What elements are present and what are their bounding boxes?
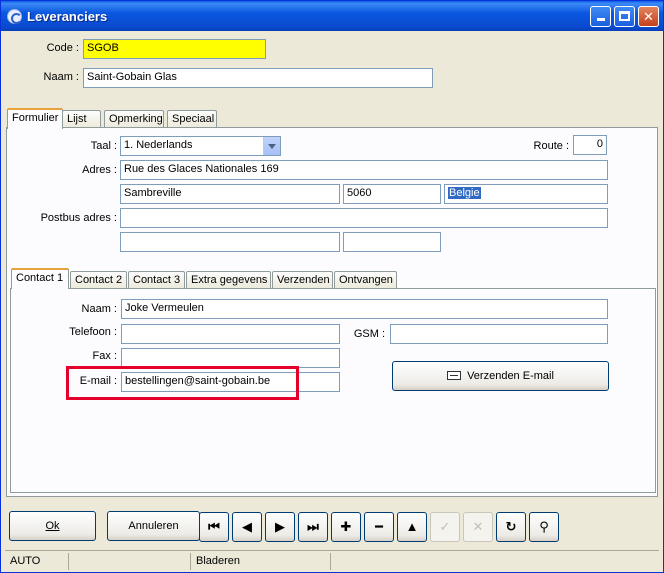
postbus-field[interactable] [120,208,608,228]
first-record-button[interactable]: ⏮ [199,512,229,542]
tab-ontvangen[interactable]: Ontvangen [334,271,397,289]
contact-naam-field[interactable]: Joke Vermeulen [121,299,608,319]
tab-verzenden[interactable]: Verzenden [272,271,333,289]
tab-contact-1[interactable]: Contact 1 [11,268,69,289]
telefoon-field[interactable] [121,324,340,344]
confirm-button[interactable]: ✓ [430,512,460,542]
minimize-button[interactable] [590,6,611,27]
gsm-label: GSM : [353,328,385,340]
naam-field[interactable]: Saint-Gobain Glas [83,68,433,88]
maximize-button[interactable] [614,6,635,27]
tab-contact-2[interactable]: Contact 2 [70,271,127,289]
email-highlight-box [66,366,299,400]
leveranciers-window: Leveranciers ✕ Code : SGOB Naam : Saint-… [0,0,664,573]
taal-value: 1. Nederlands [124,139,193,151]
confirm-icon: ✓ [439,519,451,534]
envelope-icon [447,371,462,380]
scroll-up-button[interactable]: ▲ [397,512,427,542]
refresh-icon: ↻ [505,519,517,534]
adres-country-value: Belgie [448,187,481,199]
minimize-icon [597,18,605,21]
fax-label: Fax : [92,350,117,362]
status-state: Bladeren [191,553,331,570]
tab-formulier[interactable]: Formulier [7,108,63,129]
close-icon: ✕ [643,9,654,24]
last-record-icon: ⏭ [307,519,319,534]
status-cell-2 [69,553,191,570]
delete-record-icon: ━ [375,519,383,534]
annuleren-button[interactable]: Annuleren [107,511,200,541]
title-bar[interactable]: Leveranciers ✕ [1,1,663,31]
tab-speciaal[interactable]: Speciaal [167,110,217,128]
adres-country-field[interactable]: Belgie [444,184,608,204]
fax-field[interactable] [121,348,340,368]
route-field[interactable]: 0 [573,135,607,155]
tab-extra-gegevens[interactable]: Extra gegevens [186,271,271,289]
naam-label: Naam : [43,71,79,83]
close-button[interactable]: ✕ [638,6,659,27]
taal-dropdown[interactable]: 1. Nederlands [120,136,281,156]
window-title: Leveranciers [27,9,108,24]
send-email-label: Verzenden E-mail [467,370,554,382]
taal-label: Taal : [90,140,117,152]
ok-button[interactable]: Ok [9,511,96,541]
previous-record-button[interactable]: ◀ [232,512,262,542]
app-icon [7,9,22,24]
add-record-icon: ✚ [340,519,352,534]
code-label: Code : [46,42,79,54]
scroll-up-icon: ▲ [405,519,419,534]
tab-opmerking[interactable]: Opmerking [104,110,164,128]
search-button[interactable]: ⚲ [529,512,559,542]
postbus-city-field[interactable] [120,232,340,252]
adres-city-field[interactable]: Sambreville [120,184,340,204]
status-mode: AUTO [5,553,69,570]
maximize-icon [619,11,630,21]
previous-record-icon: ◀ [242,519,252,534]
adres-postcode-field[interactable]: 5060 [343,184,441,204]
chevron-down-icon[interactable] [263,137,280,155]
delete-record-button[interactable]: ━ [364,512,394,542]
postbus-label: Postbus adres : [40,212,117,224]
route-label: Route : [533,140,569,152]
telefoon-label: Telefoon : [69,326,117,338]
search-binoculars-icon: ⚲ [539,519,549,534]
first-record-icon: ⏮ [208,519,220,534]
status-bar: AUTO Bladeren [5,550,659,570]
refresh-button[interactable]: ↻ [496,512,526,542]
tab-lijst[interactable]: Lijst [62,110,101,128]
cancel-edit-icon: ✕ [472,519,484,534]
gsm-field[interactable] [390,324,608,344]
annuleren-label: Annuleren [128,520,179,532]
ok-label: Ok [45,520,60,532]
next-record-icon: ▶ [275,519,285,534]
postbus-postcode-field[interactable] [343,232,441,252]
cancel-edit-button[interactable]: ✕ [463,512,493,542]
adres-street-field[interactable]: Rue des Glaces Nationales 169 [120,160,608,180]
contact-naam-label: Naam : [81,303,117,315]
send-email-button[interactable]: Verzenden E-mail [392,361,609,391]
code-field[interactable]: SGOB [83,39,266,59]
adres-label: Adres : [82,164,117,176]
last-record-button[interactable]: ⏭ [298,512,328,542]
next-record-button[interactable]: ▶ [265,512,295,542]
tab-contact-3[interactable]: Contact 3 [128,271,185,289]
add-record-button[interactable]: ✚ [331,512,361,542]
